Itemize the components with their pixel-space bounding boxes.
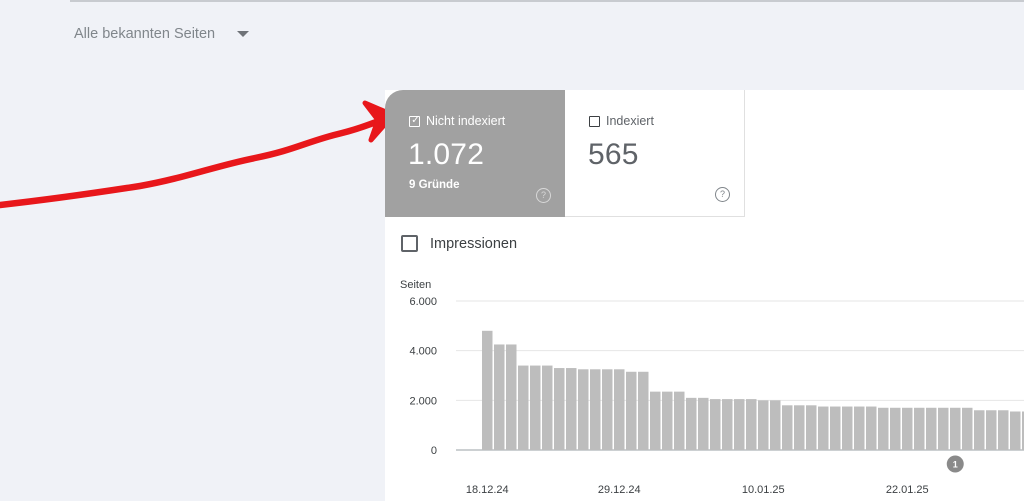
chart-bar [854, 406, 865, 450]
x-tick-label: 22.01.25 [886, 484, 929, 496]
chart-bar [866, 406, 877, 450]
chart-bar [962, 407, 973, 450]
chart-bar [782, 405, 793, 450]
chart-bar [890, 407, 901, 450]
chart-bar [1010, 411, 1021, 450]
chart-bar [638, 371, 649, 450]
chart-bar [914, 407, 925, 450]
top-divider [70, 0, 1024, 2]
chart-bar [986, 410, 997, 450]
chart-bar [938, 407, 949, 450]
chart-bar [974, 410, 985, 450]
y-tick-label: 2.000 [409, 395, 437, 407]
y-tick-label: 4.000 [409, 346, 437, 358]
chart-bar [650, 391, 661, 450]
event-marker-label: 1 [953, 460, 958, 470]
x-tick-label: 10.01.25 [742, 484, 785, 496]
impressions-toggle[interactable]: Impressionen [401, 235, 517, 252]
chart-bar [770, 400, 781, 450]
chart-bar [734, 399, 745, 450]
tile-header: ✓ Nicht indexiert [409, 114, 505, 128]
chart-bar [722, 399, 733, 450]
chart-bar [950, 407, 961, 450]
chart-bar [554, 368, 565, 450]
chart-bar [842, 406, 853, 450]
chart-bar [518, 365, 529, 450]
tile-checkbox[interactable] [589, 115, 600, 127]
chart-bar [542, 365, 553, 450]
chart-bar [878, 407, 889, 450]
tile-checkbox[interactable]: ✓ [409, 114, 420, 127]
chart-bar [746, 399, 757, 450]
chart-bar [806, 405, 817, 450]
tile-header: Indexiert [589, 114, 654, 128]
chart-bar [602, 369, 613, 450]
chart-bar [710, 399, 721, 450]
chart-bar [482, 330, 493, 450]
tile-label: Nicht indexiert [426, 114, 506, 128]
tile-value: 565 [588, 138, 639, 171]
y-tick-label: 0 [431, 445, 437, 457]
page-filter-dropdown[interactable]: Alle bekannten Seiten [74, 26, 250, 42]
x-tick-label: 29.12.24 [598, 484, 641, 496]
chart-bar [590, 369, 601, 450]
x-tick-label: 18.12.24 [466, 484, 509, 496]
chart-bar [662, 391, 673, 450]
pages-chart: Seiten 0 2.000 4.000 6.000 18.12.24 29.12.24 1… [385, 270, 1024, 501]
tile-indexiert[interactable]: Indexiert 565 ? [565, 90, 745, 217]
chevron-down-icon[interactable] [237, 31, 250, 37]
checkmark-icon: ✓ [411, 114, 420, 126]
chart-bar [698, 397, 709, 450]
chart-bar [830, 406, 841, 450]
chart-bar [818, 406, 829, 450]
page-filter-label: Alle bekannten Seiten [74, 26, 216, 42]
impressions-label: Impressionen [430, 235, 518, 252]
help-icon[interactable]: ? [715, 187, 730, 202]
chart-bar [998, 410, 1009, 450]
chart-bar [578, 369, 589, 450]
chart-bar [926, 407, 937, 450]
coverage-card: ✓ Nicht indexiert 1.072 9 Gründe ? Index… [385, 90, 1024, 501]
tile-label: Indexiert [606, 114, 654, 128]
chart-svg: 0 2.000 4.000 6.000 18.12.24 29.12.24 10.01.25… [409, 296, 1024, 496]
chart-bar [506, 344, 517, 450]
chart-bar [686, 397, 697, 450]
tile-subtext: 9 Gründe [409, 179, 460, 191]
chart-bar [494, 344, 505, 450]
chart-bar [626, 371, 637, 450]
tile-nicht-indexiert[interactable]: ✓ Nicht indexiert 1.072 9 Gründe ? [385, 90, 565, 217]
chart-bar [614, 369, 625, 450]
impressions-checkbox[interactable] [401, 235, 418, 252]
help-icon[interactable]: ? [536, 188, 551, 203]
chart-bar [674, 391, 685, 450]
tile-value: 1.072 [408, 138, 485, 171]
chart-bar [758, 400, 769, 450]
y-tick-label: 6.000 [409, 296, 437, 308]
chart-bar [566, 368, 577, 450]
chart-bar [530, 365, 541, 450]
chart-bar [794, 405, 805, 450]
chart-bar [902, 407, 913, 450]
